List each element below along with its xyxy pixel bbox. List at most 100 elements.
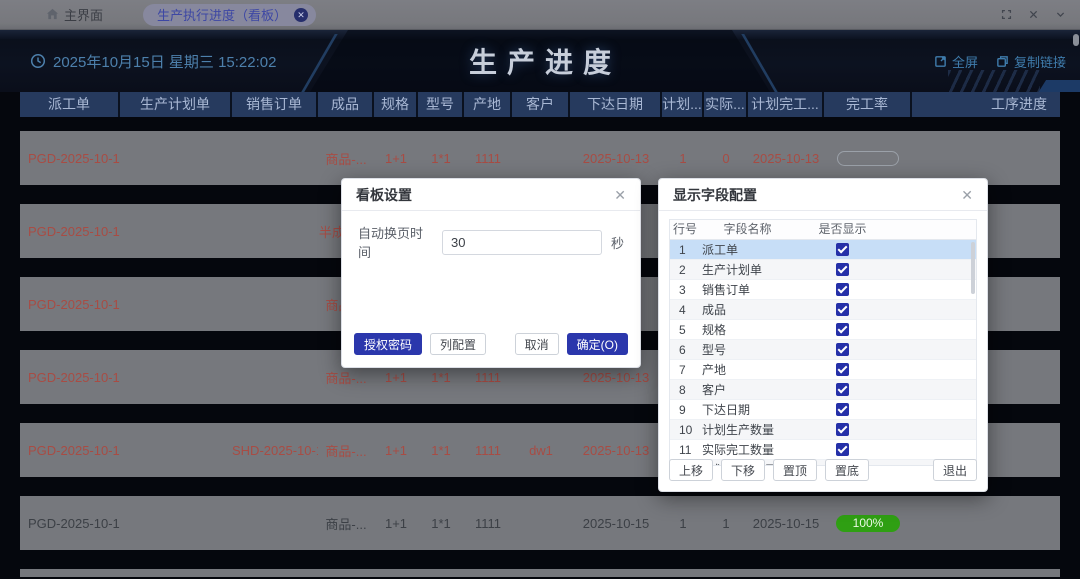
checkbox-checked-icon[interactable]	[836, 423, 849, 436]
column-header: 计划...	[662, 92, 704, 117]
column-header-row-no: 行号	[670, 220, 700, 239]
tab-production-progress[interactable]: 生产执行进度（看板） ✕	[143, 4, 316, 26]
restore-icon[interactable]	[1001, 9, 1012, 20]
field-row[interactable]: 4成品	[670, 300, 976, 320]
field-row[interactable]: 3销售订单	[670, 280, 976, 300]
cell-spec: 1+1	[374, 151, 418, 166]
cell-finish: 2025-10-13	[748, 151, 824, 166]
cell-origin: 1111	[464, 151, 512, 166]
column-header: 实际...	[704, 92, 748, 117]
checkbox-checked-icon[interactable]	[836, 383, 849, 396]
table-row[interactable]: PGD-2025-10-13...商品-...1+11*111112025-10…	[20, 131, 1060, 185]
fullscreen-label: 全屏	[952, 52, 978, 71]
cell-model: 1*1	[418, 443, 464, 458]
close-icon[interactable]	[1028, 9, 1039, 20]
checkbox-checked-icon[interactable]	[836, 403, 849, 416]
fullscreen-button[interactable]: 全屏	[934, 52, 978, 71]
checkbox-checked-icon[interactable]	[836, 243, 849, 256]
checkbox-checked-icon[interactable]	[836, 303, 849, 316]
column-header: 成品	[318, 92, 374, 117]
column-header: 计划完工...	[748, 92, 824, 117]
dialog-close-icon[interactable]: ✕	[961, 188, 973, 202]
field-name: 生产计划单	[700, 261, 795, 278]
fullscreen-icon	[934, 55, 947, 68]
column-config-button[interactable]: 列配置	[430, 333, 486, 355]
kanban-scrollbar-thumb[interactable]	[1073, 34, 1079, 46]
field-visible-cell	[795, 263, 890, 276]
checkbox-checked-icon[interactable]	[836, 363, 849, 376]
tab-close-icon[interactable]: ✕	[294, 8, 308, 22]
dialog-close-icon[interactable]: ✕	[614, 188, 626, 202]
field-name: 型号	[700, 341, 795, 358]
cell-product: 商品-...	[318, 441, 374, 460]
cell-origin: 1111	[464, 370, 512, 385]
field-row-no: 10	[670, 423, 700, 437]
to-bottom-button[interactable]: 置底	[825, 459, 869, 481]
field-row[interactable]: 7产地	[670, 360, 976, 380]
copy-link-button[interactable]: 复制链接	[996, 52, 1066, 71]
field-row[interactable]: 2生产计划单	[670, 260, 976, 280]
cell-wo: PGD-2025-10-13...	[20, 370, 120, 385]
field-visible-cell	[795, 423, 890, 436]
move-down-button[interactable]: 下移	[721, 459, 765, 481]
auto-page-time-label: 自动换页时间	[358, 223, 433, 261]
field-row-no: 5	[670, 323, 700, 337]
dialog-footer: 授权密码 列配置 取消 确定(O)	[354, 333, 628, 355]
cell-finish: 2025-10-15	[748, 516, 824, 531]
field-visible-cell	[795, 283, 890, 296]
auto-page-time-input[interactable]	[442, 230, 602, 255]
exit-button[interactable]: 退出	[933, 459, 977, 481]
to-top-button[interactable]: 置顶	[773, 459, 817, 481]
cell-origin: 1111	[464, 516, 512, 531]
field-row[interactable]: 10计划生产数量	[670, 420, 976, 440]
checkbox-checked-icon[interactable]	[836, 263, 849, 276]
dialog-title: 看板设置	[356, 185, 412, 205]
field-name: 下达日期	[700, 401, 795, 418]
collapse-icon[interactable]	[1055, 9, 1066, 20]
completion-rate-badge: 100%	[836, 515, 900, 532]
field-row[interactable]: 11实际完工数量	[670, 440, 976, 460]
checkbox-checked-icon[interactable]	[836, 323, 849, 336]
dialog-footer: 上移 下移 置顶 置底 退出	[669, 459, 977, 481]
tab-label: 生产执行进度（看板）	[157, 5, 287, 24]
field-row[interactable]: 9下达日期	[670, 400, 976, 420]
column-header: 客户	[512, 92, 570, 117]
cancel-button[interactable]: 取消	[515, 333, 559, 355]
checkbox-checked-icon[interactable]	[836, 443, 849, 456]
move-up-button[interactable]: 上移	[669, 459, 713, 481]
field-row[interactable]: 8客户	[670, 380, 976, 400]
field-name: 计划生产数量	[700, 421, 795, 438]
home-label: 主界面	[64, 5, 103, 24]
column-header: 下达日期	[570, 92, 662, 117]
kanban-scrollbar[interactable]	[1073, 32, 1079, 577]
home-nav[interactable]: 主界面	[46, 5, 103, 24]
field-table-header: 行号 字段名称 是否显示	[670, 220, 976, 240]
table-row[interactable]: PGD-2025-10-15...商品-...1+11*111112025-10…	[20, 496, 1060, 550]
kanban-settings-dialog: 看板设置 ✕ 自动换页时间 秒 授权密码 列配置 取消 确定(O)	[341, 178, 641, 368]
checkbox-checked-icon[interactable]	[836, 343, 849, 356]
field-row[interactable]: 5规格	[670, 320, 976, 340]
dialog-header: 显示字段配置 ✕	[659, 179, 987, 211]
checkbox-checked-icon[interactable]	[836, 283, 849, 296]
field-list-scrollbar-thumb[interactable]	[971, 242, 975, 294]
column-header: 派工单	[20, 92, 120, 117]
field-visible-cell	[795, 403, 890, 416]
field-row[interactable]: 1派工单	[670, 240, 976, 260]
auto-page-time-unit: 秒	[611, 233, 624, 252]
field-visible-cell	[795, 443, 890, 456]
authorize-password-button[interactable]: 授权密码	[354, 333, 422, 355]
cell-wo: PGD-2025-10-13...	[20, 224, 120, 239]
page-title: 生产进度	[0, 30, 1080, 92]
field-row[interactable]: 6型号	[670, 340, 976, 360]
dialog-header: 看板设置 ✕	[342, 179, 640, 211]
field-name: 实际完工数量	[700, 441, 795, 458]
column-header: 工序进度	[912, 92, 1060, 117]
kanban-header: 2025年10月15日 星期三 15:22:02 生产进度 全屏 复制链接	[0, 30, 1080, 92]
field-name: 销售订单	[700, 281, 795, 298]
field-row-no: 11	[670, 443, 700, 457]
ok-button[interactable]: 确定(O)	[567, 333, 628, 355]
field-name: 产地	[700, 361, 795, 378]
cell-origin: 1111	[464, 443, 512, 458]
field-row-no: 7	[670, 363, 700, 377]
cell-plan_qty: 1	[662, 516, 704, 531]
